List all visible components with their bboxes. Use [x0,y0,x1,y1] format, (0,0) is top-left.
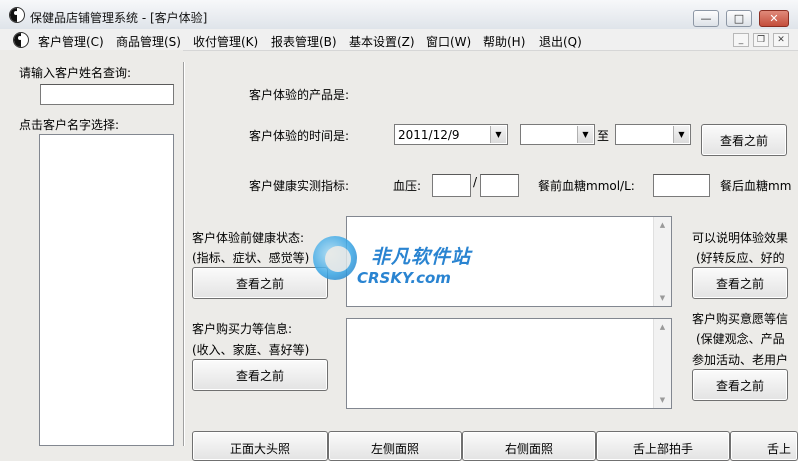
customer-list[interactable] [39,134,174,446]
crsky-watermark: 非凡软件站 CRSKY.com [313,232,483,294]
pre-health-view-button[interactable]: 查看之前 [192,267,328,299]
menu-customer[interactable]: 客户管理(C) [38,33,104,50]
scroll-up-icon[interactable]: ▲ [654,319,671,335]
watermark-cn: 非凡软件站 [371,246,472,268]
mdi-restore-button[interactable]: ❐ [753,33,769,47]
blood-pressure-label: 血压: [393,179,422,193]
bp-separator: / [473,175,478,189]
bp-high-input[interactable] [432,174,471,197]
pre-health-hint: (指标、症状、感觉等) [192,251,310,265]
panel-divider [183,62,185,446]
view-previous-time-button[interactable]: 查看之前 [701,124,787,156]
date-from-value: 2011/12/9 [398,128,460,142]
menu-product[interactable]: 商品管理(S) [116,33,181,50]
select-label: 点击客户名字选择: [19,118,120,132]
maximize-button[interactable]: □ [726,10,752,27]
pre-meal-label: 餐前血糖mmol/L: [538,179,635,193]
minimize-button[interactable]: — [693,10,719,27]
scroll-down-icon[interactable]: ▼ [654,392,671,408]
menu-settings[interactable]: 基本设置(Z) [349,33,415,50]
menu-report[interactable]: 报表管理(B) [271,33,337,50]
search-label: 请输入客户姓名查询: [19,66,132,80]
scroll-down-icon[interactable]: ▼ [654,290,671,306]
combo-arrow-icon[interactable]: ▼ [673,126,689,143]
effect-label: 可以说明体验效果 [692,231,789,245]
effect-hint: (好转反应、好的 [696,251,785,265]
tongue-top-photo-button[interactable]: 舌上 [730,431,798,461]
post-meal-label: 餐后血糖mm [720,179,792,193]
bp-low-input[interactable] [480,174,519,197]
combo-arrow-icon[interactable]: ▼ [490,126,506,143]
memo-scrollbar[interactable]: ▲ ▼ [653,217,671,306]
left-side-photo-button[interactable]: 左侧面照 [328,431,462,461]
menu-payment[interactable]: 收付管理(K) [193,33,258,50]
time-label: 客户体验的时间是: [249,129,350,143]
time-from-combo[interactable]: ▼ [520,124,595,145]
memo-scrollbar[interactable]: ▲ ▼ [653,319,671,408]
health-label: 客户健康实测指标: [249,179,350,193]
intent-label: 客户购买意愿等信 [692,312,789,326]
combo-arrow-icon[interactable]: ▼ [577,126,593,143]
date-to-combo[interactable]: ▼ [615,124,691,145]
mdi-app-icon[interactable] [13,32,29,48]
intent-hint-2: 参加活动、老用户 [692,353,789,367]
title-bar: 保健品店铺管理系统 - [客户体验] — □ ✕ [0,0,798,30]
tongue-photo-button[interactable]: 舌上部拍手 [596,431,730,461]
menu-window[interactable]: 窗口(W) [426,33,471,50]
product-label: 客户体验的产品是: [249,88,350,102]
pre-health-label: 客户体验前健康状态: [192,231,305,245]
customer-search-input[interactable] [40,84,174,105]
watermark-en: CRSKY.com [357,269,451,287]
purchase-power-hint: (收入、家庭、喜好等) [192,343,310,357]
scroll-up-icon[interactable]: ▲ [654,217,671,233]
to-label: 至 [597,129,610,143]
purchase-power-label: 客户购买力等信息: [192,322,293,336]
menu-exit[interactable]: 退出(Q) [539,33,582,50]
intent-hint-1: (保健观念、产品 [696,332,785,346]
crsky-logo-icon [313,236,357,280]
intent-view-button[interactable]: 查看之前 [692,369,788,401]
mdi-minimize-button[interactable]: _ [733,33,749,47]
mdi-close-button[interactable]: ✕ [773,33,789,47]
date-from-picker[interactable]: 2011/12/9 ▼ [394,124,508,145]
app-yin-yang-icon[interactable] [9,7,25,23]
close-button[interactable]: ✕ [759,10,789,27]
effect-view-button[interactable]: 查看之前 [692,267,788,299]
purchase-power-memo[interactable]: ▲ ▼ [346,318,672,409]
menu-bar: 客户管理(C) 商品管理(S) 收付管理(K) 报表管理(B) 基本设置(Z) … [0,29,798,51]
purchase-power-view-button[interactable]: 查看之前 [192,359,328,391]
pre-meal-input[interactable] [653,174,710,197]
front-photo-button[interactable]: 正面大头照 [192,431,328,461]
right-side-photo-button[interactable]: 右侧面照 [462,431,596,461]
window-title: 保健品店铺管理系统 - [客户体验] [30,11,208,25]
menu-help[interactable]: 帮助(H) [483,33,525,50]
